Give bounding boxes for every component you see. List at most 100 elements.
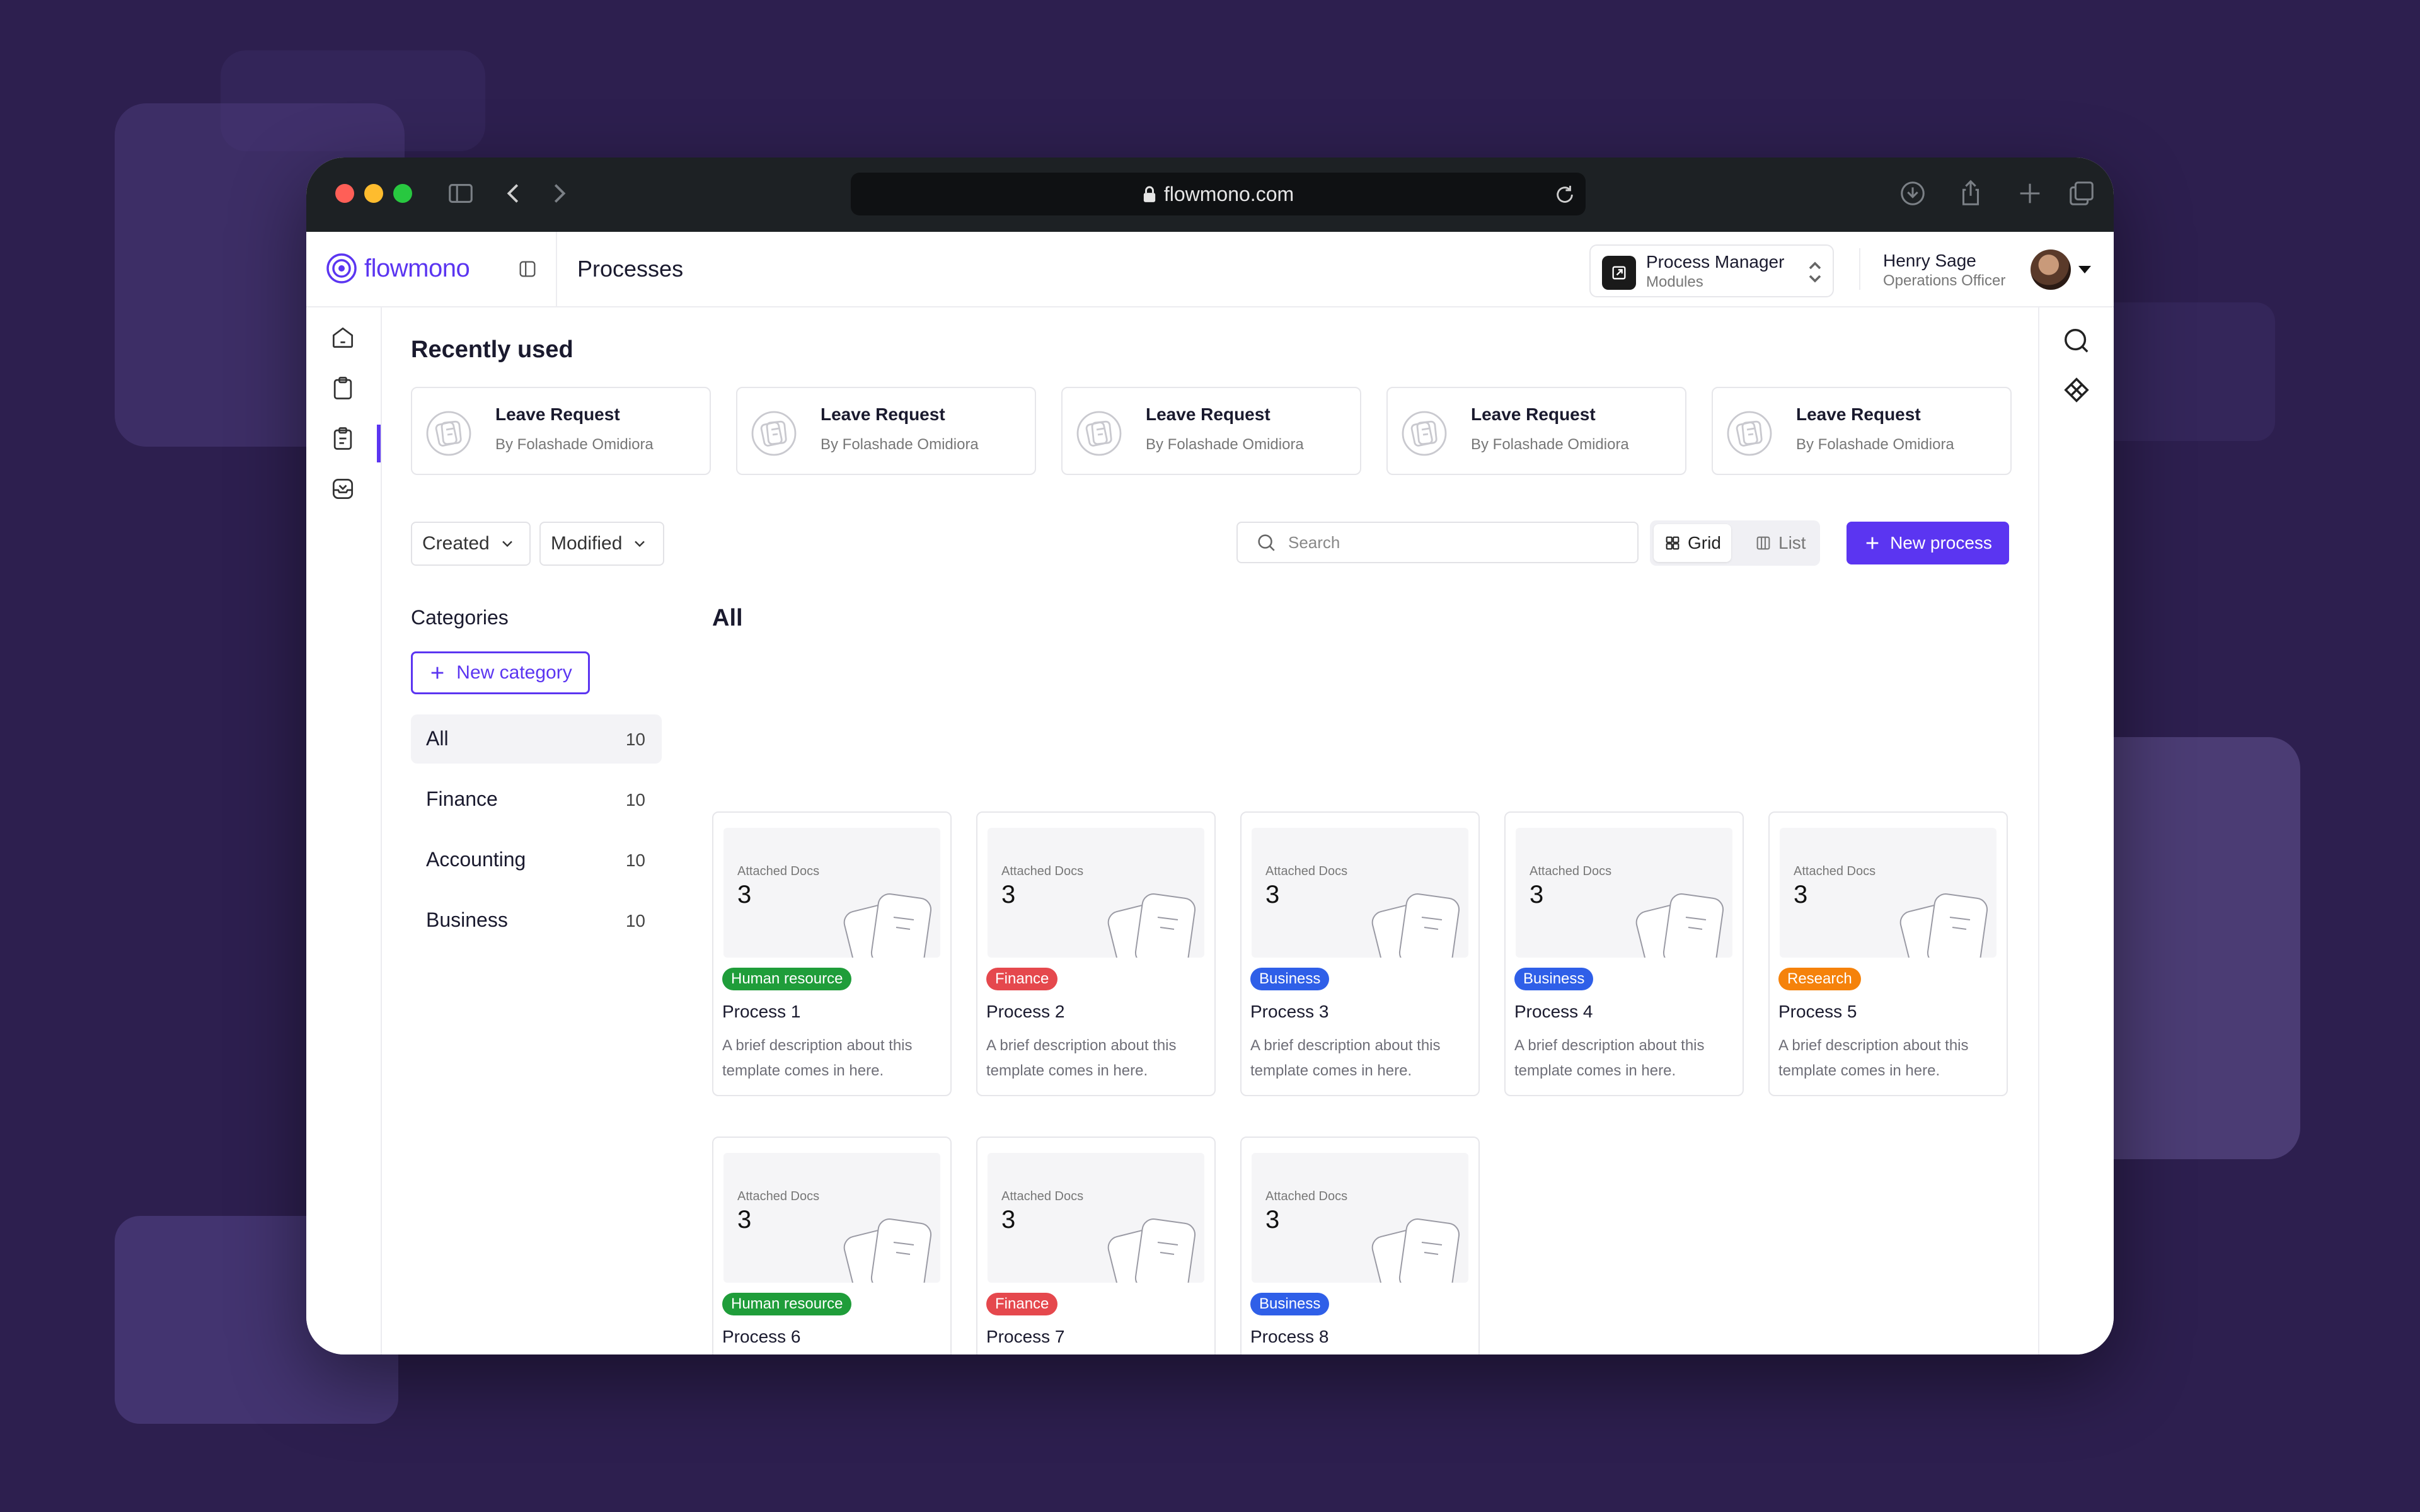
category-badge: Finance [986, 968, 1058, 990]
user-name: Henry Sage [1883, 251, 1976, 270]
process-thumbnail: Attached Docs 3 [1516, 828, 1732, 958]
process-card[interactable]: Attached Docs 3 Human resource Process 1 A b… [712, 811, 952, 1096]
documents-illustration-icon [1107, 1218, 1196, 1283]
process-title: Process 7 [986, 1327, 1065, 1346]
divider [556, 232, 557, 306]
process-list-icon[interactable] [329, 425, 357, 452]
avatar[interactable] [2031, 249, 2071, 290]
user-role: Operations Officer [1883, 272, 2006, 289]
share-icon[interactable] [1956, 179, 1985, 208]
recent-card-title: Leave Request [1471, 404, 1596, 424]
recent-card[interactable]: Leave Request By Folashade Omidiora [411, 387, 711, 475]
modified-filter[interactable]: Modified [539, 522, 664, 566]
recent-card-title: Leave Request [1146, 404, 1270, 424]
document-stack-icon [751, 411, 797, 456]
left-nav [306, 307, 382, 1354]
categories-title: Categories [411, 606, 509, 629]
recent-card-author: By Folashade Omidiora [1471, 436, 1629, 453]
process-card[interactable]: Attached Docs3Human resourceProcess 6A b… [712, 1137, 952, 1354]
module-switcher[interactable]: Process Manager Modules [1589, 244, 1834, 297]
back-icon[interactable] [499, 179, 528, 208]
module-subtitle: Modules [1646, 273, 1703, 290]
plus-icon [1866, 537, 1879, 549]
process-description: A brief description about this template … [1778, 1037, 1969, 1079]
recent-card-author: By Folashade Omidiora [1796, 436, 1954, 453]
new-category-button[interactable]: New category [411, 651, 590, 694]
grid-view-button[interactable]: Grid [1654, 524, 1731, 562]
divider [1859, 248, 1860, 290]
lock-icon [1143, 186, 1156, 202]
process-card[interactable]: Attached Docs3BusinessProcess 8A brief d… [1240, 1137, 1480, 1354]
category-label: Business [426, 908, 508, 931]
attached-docs-count: 3 [1794, 881, 1808, 908]
page-title: Processes [577, 256, 684, 282]
brand-logo[interactable]: flowmono [325, 252, 470, 285]
process-description: A brief description about this template … [1514, 1037, 1705, 1079]
new-tab-icon[interactable] [2015, 179, 2044, 208]
process-card[interactable]: Attached Docs3FinanceProcess 7A brief de… [976, 1137, 1216, 1354]
list-view-button[interactable]: List [1744, 524, 1816, 562]
category-item[interactable]: All 10 [411, 714, 662, 764]
close-window-button[interactable] [335, 184, 354, 203]
category-item[interactable]: Finance 10 [411, 775, 662, 824]
attached-docs-count: 3 [1265, 1206, 1280, 1234]
tabs-overview-icon[interactable] [2067, 179, 2096, 208]
recent-card[interactable]: Leave Request By Folashade Omidiora [736, 387, 1036, 475]
new-process-button[interactable]: New process [1847, 522, 2009, 564]
process-card[interactable]: Attached Docs 3 Finance Process 2 A brief de… [976, 811, 1216, 1096]
search-icon[interactable] [2062, 326, 2091, 355]
process-card[interactable]: Attached Docs 3 Research Process 5 A brief d… [1768, 811, 2008, 1096]
chevron-down-icon [635, 541, 645, 547]
search-input[interactable]: Search [1236, 522, 1639, 563]
sidebar-toggle-icon[interactable] [517, 258, 538, 280]
process-card[interactable]: Attached Docs 3 Business Process 3 A brief d… [1240, 811, 1480, 1096]
plus-icon [431, 667, 444, 679]
process-thumbnail: Attached Docs 3 [723, 828, 940, 958]
category-item[interactable]: Accounting 10 [411, 835, 662, 885]
category-label: Accounting [426, 848, 526, 871]
category-badge: Business [1250, 1293, 1330, 1315]
caret-down-icon[interactable] [2077, 263, 2092, 276]
process-thumbnail: Attached Docs 3 [1252, 828, 1468, 958]
maximize-window-button[interactable] [393, 184, 412, 203]
category-badge: Human resource [722, 1293, 852, 1315]
process-title: Process 4 [1514, 1002, 1593, 1021]
category-badge: Finance [986, 1293, 1058, 1315]
grid-title: All [712, 605, 743, 631]
inbox-icon[interactable] [329, 475, 357, 503]
reload-icon[interactable] [1554, 184, 1576, 205]
recent-card-title: Leave Request [821, 404, 945, 424]
diamond-grid-icon[interactable] [2062, 375, 2091, 404]
created-filter[interactable]: Created [411, 522, 531, 566]
download-icon[interactable] [1898, 179, 1927, 208]
document-stack-icon [1076, 411, 1122, 456]
search-icon [1258, 534, 1275, 551]
recent-card[interactable]: Leave Request By Folashade Omidiora [1712, 387, 2012, 475]
module-title: Process Manager [1646, 252, 1785, 272]
process-thumbnail: Attached Docs 3 [988, 1153, 1204, 1283]
address-bar[interactable]: flowmono.com [851, 173, 1586, 215]
documents-illustration-icon [1635, 893, 1724, 958]
category-count: 10 [625, 911, 645, 931]
recent-card-title: Leave Request [1796, 404, 1921, 424]
category-count: 10 [625, 730, 645, 749]
browser-titlebar: flowmono.com [306, 158, 2114, 232]
new-process-label: New process [1890, 533, 1992, 553]
sidebar-icon[interactable] [446, 179, 475, 208]
category-item[interactable]: Business 10 [411, 896, 662, 945]
process-card[interactable]: Attached Docs 3 Business Process 4 A brief d… [1504, 811, 1744, 1096]
attached-docs-label: Attached Docs [1265, 1189, 1348, 1203]
clipboard-icon[interactable] [329, 374, 357, 402]
new-category-label: New category [456, 662, 572, 683]
attached-docs-label: Attached Docs [1265, 864, 1348, 878]
recent-card[interactable]: Leave Request By Folashade Omidiora [1061, 387, 1361, 475]
columns-icon [1756, 536, 1770, 550]
recent-card[interactable]: Leave Request By Folashade Omidiora [1386, 387, 1686, 475]
forward-icon[interactable] [544, 179, 573, 208]
process-title: Process 6 [722, 1327, 801, 1346]
attached-docs-count: 3 [1001, 1206, 1016, 1234]
home-icon[interactable] [329, 324, 357, 352]
brand-name: flowmono [364, 254, 470, 282]
minimize-window-button[interactable] [364, 184, 383, 203]
documents-illustration-icon [1371, 1218, 1460, 1283]
